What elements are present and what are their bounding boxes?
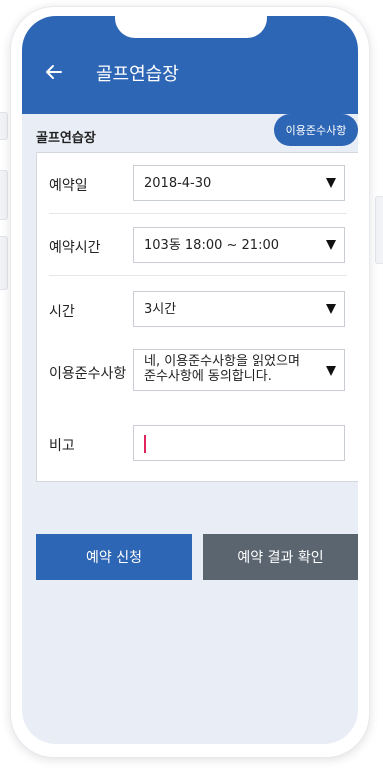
duration-value: 3시간 [144, 302, 177, 317]
phone-side-button [0, 112, 8, 140]
app-title: 골프연습장 [96, 64, 179, 84]
terms-value-line2: 준수사항에 동의합니다. [144, 369, 272, 384]
dropdown-arrow-icon [326, 178, 336, 188]
phone-frame: 골프연습장 이용준수사항 골프연습장 예약일 2018-4-30 예약시간 10… [0, 0, 383, 768]
note-input[interactable] [133, 425, 345, 461]
app-screen: 골프연습장 이용준수사항 골프연습장 예약일 2018-4-30 예약시간 10… [22, 16, 358, 744]
section-title: 골프연습장 [36, 131, 96, 146]
phone-volume-up-button [0, 170, 8, 220]
phone-power-button [375, 196, 383, 264]
dropdown-arrow-icon [326, 366, 336, 376]
terms-select[interactable]: 네, 이용준수사항을 읽었으며 준수사항에 동의합니다. [133, 349, 345, 391]
phone-volume-down-button [0, 236, 8, 290]
apply-reservation-button[interactable]: 예약 신청 [36, 534, 192, 580]
dropdown-arrow-icon [326, 304, 336, 314]
check-result-button[interactable]: 예약 결과 확인 [203, 534, 358, 580]
reservation-time-select[interactable]: 103동 18:00 ~ 21:00 [133, 227, 345, 263]
divider [49, 275, 347, 276]
text-cursor [144, 435, 146, 453]
dropdown-arrow-icon [326, 240, 336, 250]
reservation-date-select[interactable]: 2018-4-30 [133, 165, 345, 201]
reservation-date-label: 예약일 [49, 178, 88, 194]
duration-select[interactable]: 3시간 [133, 291, 345, 327]
terms-value-line1: 네, 이용준수사항을 읽었으며 [144, 354, 300, 369]
terms-value: 네, 이용준수사항을 읽었으며 준수사항에 동의합니다. [144, 354, 300, 390]
phone-notch [115, 16, 267, 38]
note-label: 비고 [49, 438, 75, 454]
duration-label: 시간 [49, 304, 75, 320]
arrow-left-icon[interactable] [44, 62, 64, 82]
terms-info-button[interactable]: 이용준수사항 [274, 114, 358, 146]
terms-label: 이용준수사항 [49, 366, 127, 382]
reservation-time-label: 예약시간 [49, 240, 101, 256]
reservation-time-value: 103동 18:00 ~ 21:00 [144, 238, 279, 253]
divider [49, 213, 347, 214]
reservation-date-value: 2018-4-30 [144, 176, 212, 191]
reservation-form: 예약일 2018-4-30 예약시간 103동 18:00 ~ 21:00 시간… [36, 152, 358, 482]
